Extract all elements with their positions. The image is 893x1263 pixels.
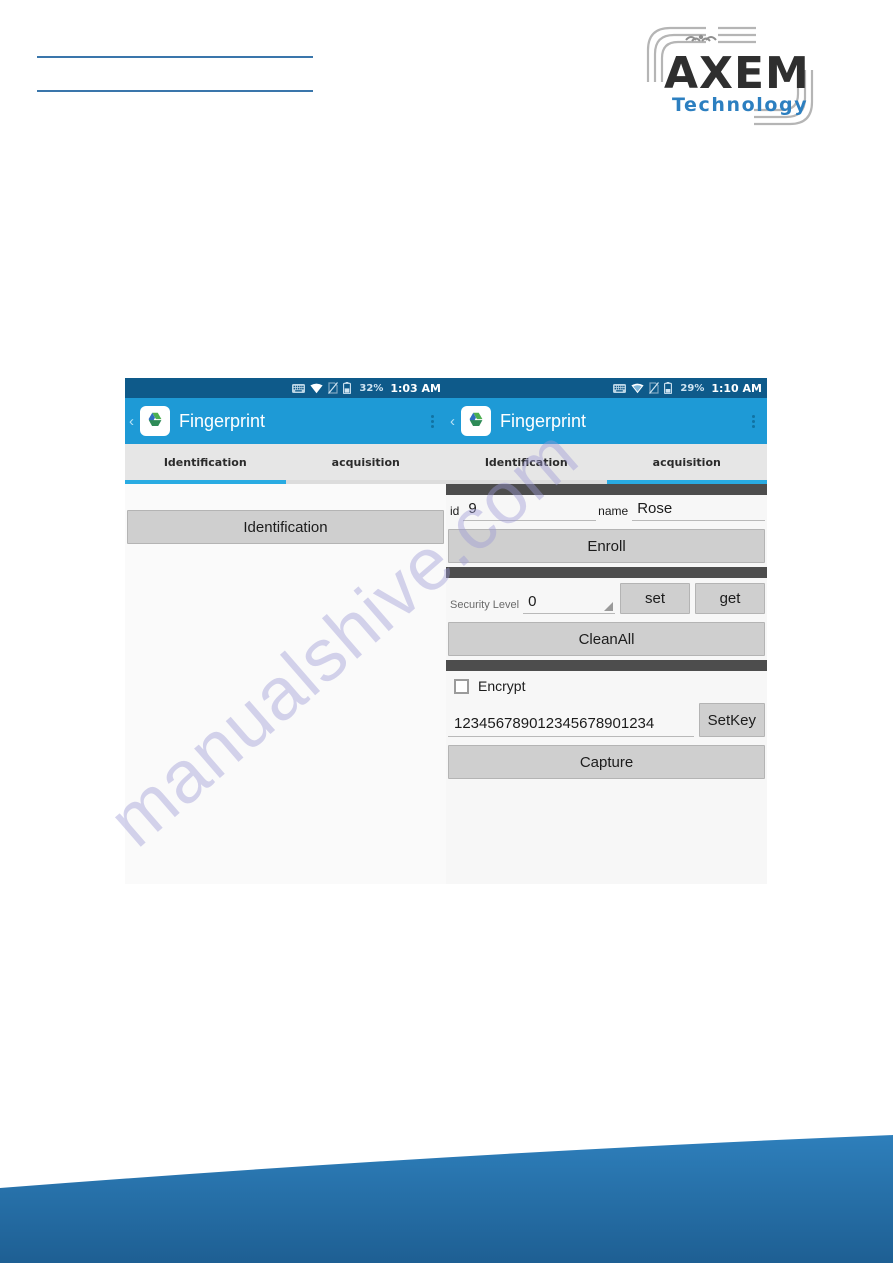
battery-percent: 29%: [680, 382, 705, 394]
header-rule-top: [37, 56, 313, 58]
fingerprint-app-icon: [461, 406, 491, 436]
wifi-icon: [310, 383, 324, 393]
enroll-button[interactable]: Enroll: [448, 529, 765, 563]
security-level-row: Security Level 0 set get: [446, 578, 767, 618]
encrypt-row[interactable]: Encrypt: [446, 671, 767, 699]
logo-brand: AXEM: [664, 48, 810, 99]
fingerprint-app-icon: [140, 406, 170, 436]
status-icons: 29%: [613, 382, 704, 394]
section-divider-security: [446, 567, 767, 578]
capture-button[interactable]: Capture: [448, 745, 765, 779]
phone-screenshot-right: 29% 1:10 AM ‹ Fingerprint Identification…: [446, 378, 767, 884]
app-title: Fingerprint: [500, 410, 587, 431]
tab-content-acquisition: id 9 name Rose Enroll Security Level 0 s…: [446, 484, 767, 779]
set-button[interactable]: set: [620, 583, 690, 614]
tab-acquisition[interactable]: acquisition: [606, 444, 768, 484]
back-icon[interactable]: ‹: [129, 414, 139, 429]
tab-identification[interactable]: Identification: [125, 444, 286, 484]
battery-percent: 32%: [359, 382, 384, 394]
key-row: 123456789012345678901234 SetKey: [446, 699, 767, 741]
footer-wave: [0, 1135, 893, 1263]
no-sim-icon: [649, 382, 660, 394]
tab-content-identification: Identification: [125, 484, 446, 544]
security-level-spinner[interactable]: 0: [523, 593, 615, 614]
security-level-value: 0: [528, 593, 537, 610]
action-bar: ‹ Fingerprint: [446, 398, 767, 444]
status-icons: 32%: [292, 382, 383, 394]
tab-identification[interactable]: Identification: [446, 444, 607, 481]
phone-screenshot-left: 32% 1:03 AM ‹ Fingerprint Identification…: [125, 378, 446, 884]
encrypt-label: Encrypt: [478, 678, 526, 694]
status-time: 1:03 AM: [390, 381, 441, 395]
header-rule-bottom: [37, 90, 313, 92]
security-level-label: Security Level: [450, 599, 520, 611]
name-input[interactable]: Rose: [632, 500, 765, 521]
battery-icon: [343, 382, 352, 394]
id-input[interactable]: 9: [463, 500, 597, 521]
logo-tagline: Technology: [672, 94, 809, 116]
status-bar: 32% 1:03 AM: [125, 378, 446, 398]
overflow-menu-icon[interactable]: [424, 410, 440, 432]
back-icon[interactable]: ‹: [450, 414, 460, 429]
keyboard-icon: [613, 383, 627, 393]
tab-bar: Identification acquisition: [446, 444, 768, 484]
get-button[interactable]: get: [695, 583, 765, 614]
axem-logo: AXEM Technology: [628, 24, 828, 134]
cleanall-button[interactable]: CleanAll: [448, 622, 765, 656]
keyboard-icon: [292, 383, 306, 393]
screenshot-pair: 32% 1:03 AM ‹ Fingerprint Identification…: [125, 378, 768, 884]
app-logo-glyph-icon: [469, 412, 483, 427]
encrypt-checkbox[interactable]: [454, 678, 469, 694]
name-label: name: [598, 504, 629, 518]
setkey-button[interactable]: SetKey: [698, 703, 765, 737]
tab-acquisition[interactable]: acquisition: [286, 444, 447, 481]
app-logo-glyph-icon: [148, 412, 162, 427]
spinner-caret-icon: [604, 602, 613, 611]
identification-button[interactable]: Identification: [127, 510, 444, 544]
id-label: id: [450, 504, 460, 518]
status-bar: 29% 1:10 AM: [446, 378, 767, 398]
app-title: Fingerprint: [179, 410, 266, 431]
action-bar: ‹ Fingerprint: [125, 398, 446, 444]
battery-icon: [664, 382, 673, 394]
status-time: 1:10 AM: [711, 381, 762, 395]
wifi-icon: [631, 383, 645, 393]
enroll-fields-row: id 9 name Rose: [446, 495, 767, 525]
section-divider-enroll: [446, 484, 767, 495]
no-sim-icon: [328, 382, 339, 394]
overflow-menu-icon[interactable]: [745, 410, 761, 432]
section-divider-encrypt: [446, 660, 767, 671]
key-input[interactable]: 123456789012345678901234: [448, 712, 694, 737]
tab-bar: Identification acquisition: [125, 444, 447, 484]
